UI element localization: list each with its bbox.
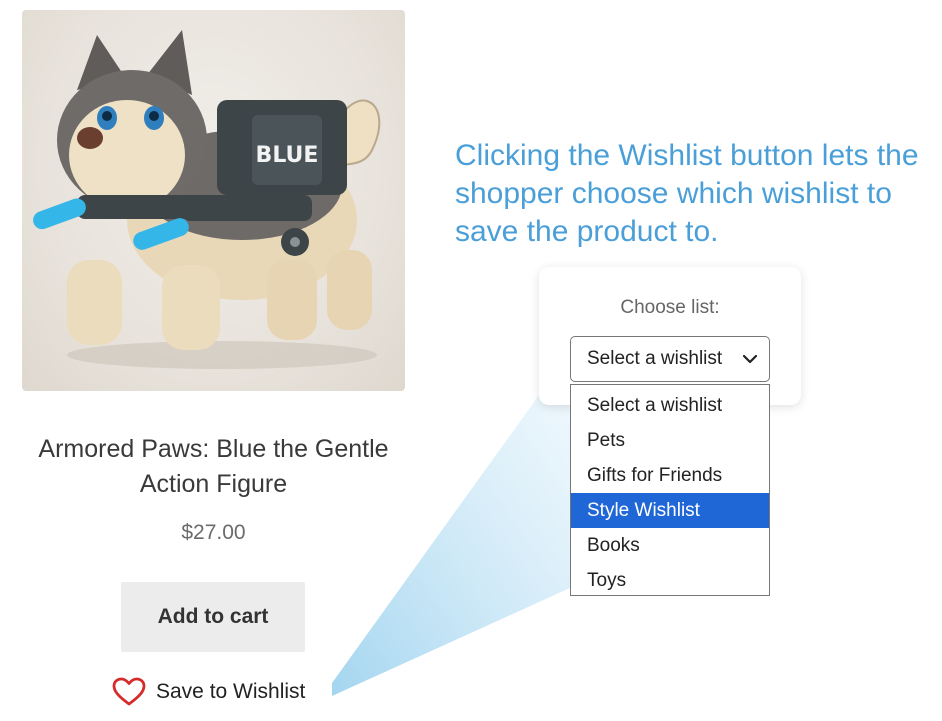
- choose-list-label: Choose list:: [620, 297, 720, 318]
- wishlist-label: Save to Wishlist: [156, 680, 306, 703]
- product-price: $27.00: [181, 521, 246, 544]
- select-current-value: Select a wishlist: [587, 348, 723, 369]
- armored-husky-figure: BLUE: [33, 30, 381, 369]
- option-pets[interactable]: Pets: [571, 423, 769, 458]
- option-style-wishlist[interactable]: Style Wishlist: [571, 493, 769, 528]
- option-gifts-for-friends[interactable]: Gifts for Friends: [571, 458, 769, 493]
- explanation-caption: Clicking the Wishlist button lets the sh…: [455, 139, 919, 248]
- badge-text: BLUE: [256, 143, 319, 168]
- product-title: Armored Paws: Blue the Gentle Action Fig…: [38, 435, 389, 498]
- product-image[interactable]: BLUE: [22, 10, 405, 391]
- option-books[interactable]: Books: [571, 528, 769, 563]
- save-to-wishlist-button[interactable]: Save to Wishlist: [112, 674, 305, 710]
- option-toys[interactable]: Toys: [571, 563, 769, 598]
- option-select-a-wishlist[interactable]: Select a wishlist: [571, 388, 769, 423]
- wishlist-select[interactable]: Select a wishlist: [570, 336, 770, 382]
- chevron-down-icon: [742, 354, 758, 364]
- wishlist-options-list: Select a wishlist Pets Gifts for Friends…: [570, 384, 770, 596]
- heart-outline-icon: [112, 677, 146, 706]
- add-to-cart-button[interactable]: Add to cart: [121, 582, 305, 652]
